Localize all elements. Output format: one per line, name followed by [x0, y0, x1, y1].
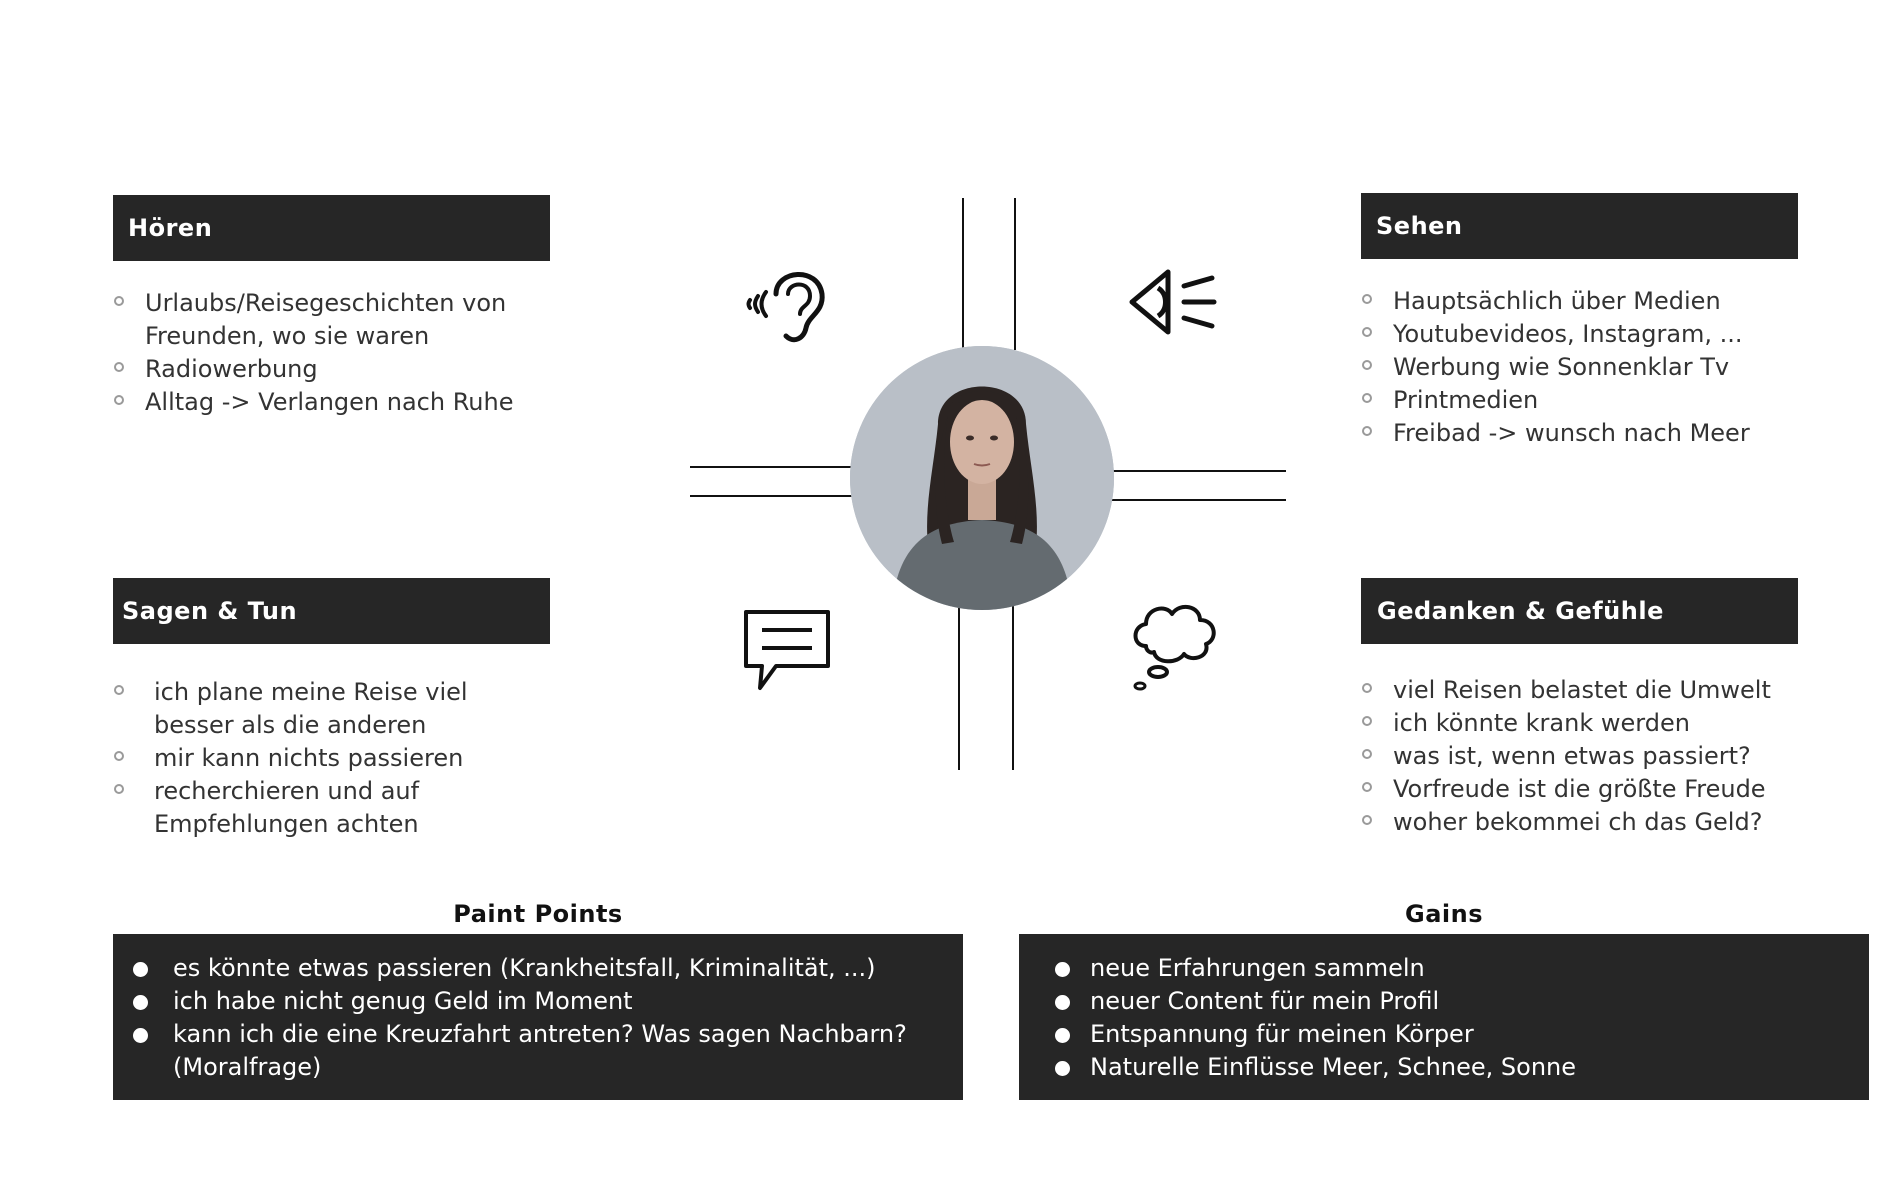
list-item: recherchieren und auf Empfehlungen achte…	[113, 775, 553, 841]
list-item: es könnte etwas passieren (Krankheitsfal…	[133, 952, 943, 985]
divider-line-bottom-right	[1012, 606, 1014, 770]
list-item: Hauptsächlich über Medien	[1361, 285, 1841, 318]
circle-bullet-icon	[1362, 393, 1372, 403]
circle-bullet-icon	[1362, 815, 1372, 825]
gains-title: Gains	[1405, 900, 1483, 928]
list-item: Printmedien	[1361, 384, 1841, 417]
dot-bullet-icon	[133, 962, 148, 977]
list-item: woher bekommei ch das Geld?	[1361, 806, 1841, 839]
list-item: ich könnte krank werden	[1361, 707, 1841, 740]
gedanken-title: Gedanken & Gefühle	[1377, 597, 1664, 625]
circle-bullet-icon	[1362, 360, 1372, 370]
sagen-tun-list: ich plane meine Reise viel besser als di…	[113, 676, 553, 841]
list-item: ich plane meine Reise viel besser als di…	[113, 676, 553, 742]
hoeren-title: Hören	[128, 214, 213, 242]
list-item: Vorfreude ist die größte Freude	[1361, 773, 1841, 806]
circle-bullet-icon	[114, 296, 124, 306]
gains-box: neue Erfahrungen sammeln neuer Content f…	[1019, 934, 1869, 1100]
divider-line-left-top	[690, 466, 854, 468]
hoeren-header: Hören	[113, 195, 550, 261]
circle-bullet-icon	[1362, 426, 1372, 436]
speech-bubble-icon	[742, 606, 832, 694]
gedanken-list: viel Reisen belastet die Umwelt ich könn…	[1361, 674, 1841, 839]
pain-points-box: es könnte etwas passieren (Krankheitsfal…	[113, 934, 963, 1100]
eye-icon	[1128, 262, 1222, 342]
list-item: Radiowerbung	[113, 353, 553, 386]
divider-line-right-bottom	[1110, 499, 1286, 501]
divider-line-bottom-left	[958, 606, 960, 770]
sagen-tun-header: Sagen & Tun	[113, 578, 550, 644]
circle-bullet-icon	[1362, 683, 1372, 693]
sehen-header: Sehen	[1361, 193, 1798, 259]
dot-bullet-icon	[1055, 1028, 1070, 1043]
dot-bullet-icon	[133, 1028, 148, 1043]
list-item: Urlaubs/Reisegeschichten von Freunden, w…	[113, 287, 553, 353]
pain-points-list: es könnte etwas passieren (Krankheitsfal…	[133, 952, 943, 1084]
divider-line-left-bottom	[690, 495, 854, 497]
list-item: was ist, wenn etwas passiert?	[1361, 740, 1841, 773]
list-item: neuer Content für mein Profil	[1039, 985, 1849, 1018]
circle-bullet-icon	[114, 751, 124, 761]
sehen-list: Hauptsächlich über Medien Youtubevideos,…	[1361, 285, 1841, 450]
list-item: Alltag -> Verlangen nach Ruhe	[113, 386, 553, 419]
list-item: Werbung wie Sonnenklar Tv	[1361, 351, 1841, 384]
circle-bullet-icon	[114, 784, 124, 794]
list-item: ich habe nicht genug Geld im Moment	[133, 985, 943, 1018]
dot-bullet-icon	[1055, 995, 1070, 1010]
divider-line-right-top	[1110, 470, 1286, 472]
list-item: Youtubevideos, Instagram, ...	[1361, 318, 1841, 351]
hoeren-list: Urlaubs/Reisegeschichten von Freunden, w…	[113, 287, 553, 419]
list-item: kann ich die eine Kreuzfahrt antreten? W…	[133, 1018, 943, 1084]
divider-line-top-left	[962, 198, 964, 350]
dot-bullet-icon	[1055, 1061, 1070, 1076]
list-item: Freibad -> wunsch nach Meer	[1361, 417, 1841, 450]
persona-avatar	[850, 346, 1114, 610]
circle-bullet-icon	[114, 362, 124, 372]
persona-portrait-image	[850, 346, 1114, 610]
circle-bullet-icon	[114, 395, 124, 405]
circle-bullet-icon	[1362, 749, 1372, 759]
circle-bullet-icon	[1362, 782, 1372, 792]
circle-bullet-icon	[1362, 294, 1372, 304]
dot-bullet-icon	[133, 995, 148, 1010]
circle-bullet-icon	[1362, 327, 1372, 337]
circle-bullet-icon	[1362, 716, 1372, 726]
ear-icon	[740, 256, 830, 348]
list-item: neue Erfahrungen sammeln	[1039, 952, 1849, 985]
sagen-tun-title: Sagen & Tun	[122, 597, 298, 625]
gedanken-header: Gedanken & Gefühle	[1361, 578, 1798, 644]
pain-points-title: Paint Points	[453, 900, 623, 928]
sehen-title: Sehen	[1376, 212, 1463, 240]
list-item: mir kann nichts passieren	[113, 742, 553, 775]
dot-bullet-icon	[1055, 962, 1070, 977]
gains-list: neue Erfahrungen sammeln neuer Content f…	[1039, 952, 1849, 1084]
thought-bubble-icon	[1126, 600, 1222, 696]
list-item: Naturelle Einflüsse Meer, Schnee, Sonne	[1039, 1051, 1849, 1084]
list-item: viel Reisen belastet die Umwelt	[1361, 674, 1841, 707]
list-item: Entspannung für meinen Körper	[1039, 1018, 1849, 1051]
circle-bullet-icon	[114, 685, 124, 695]
divider-line-top-right	[1014, 198, 1016, 350]
